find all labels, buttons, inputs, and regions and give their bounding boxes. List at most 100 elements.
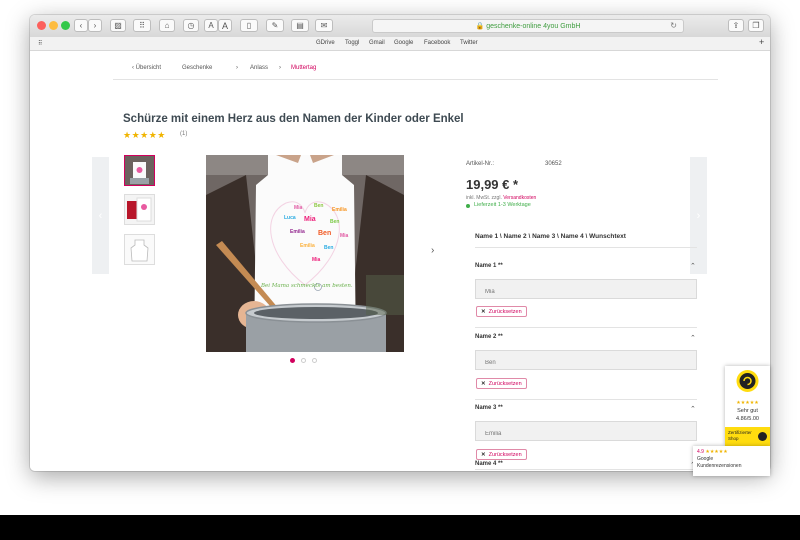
favorites-bar: ⠿ GDrive Toggl Gmail Google Facebook Twi… (30, 37, 770, 51)
address-bar[interactable]: 🔒 geschenke-online 4you GmbH ↻ (372, 19, 684, 33)
chevron-left-icon: ‹ (79, 21, 83, 30)
history-button[interactable]: ◷ (183, 19, 199, 32)
lock-icon: 🔒 (475, 23, 485, 30)
apps-button[interactable]: ⠿ (133, 19, 151, 32)
zoom-window-button[interactable] (61, 21, 70, 30)
heart-name: Ben (314, 203, 324, 209)
pencil-icon: ✎ (271, 21, 279, 30)
desktop: ‹ › ▨ ⠿ ⌂ ◷ A A ▯ ✎ ▤ ✉ 🔒 geschenke-onli… (0, 0, 800, 515)
name-3-input[interactable] (475, 421, 697, 441)
heart-name: Mia (340, 233, 349, 239)
image-next-button[interactable]: › (431, 245, 434, 256)
rating-stars[interactable]: ★★★★★ (123, 130, 166, 141)
rating-count[interactable]: (1) (180, 131, 187, 137)
favorite-toggl[interactable]: Toggl (345, 40, 359, 46)
heart-name: Emilia (300, 243, 315, 249)
chevron-right-icon: › (93, 21, 97, 30)
text-smaller-button[interactable]: A (204, 19, 218, 32)
share-button[interactable]: ⇪ (728, 19, 744, 32)
thumbnail-3[interactable] (124, 234, 155, 265)
grid-icon: ⠿ (139, 21, 145, 30)
divider (475, 247, 697, 248)
google-reviews-label: Kundenrezensionen (697, 463, 742, 469)
favorite-gdrive[interactable]: GDrive (316, 40, 335, 46)
name-2-input[interactable] (475, 350, 697, 370)
slider-dot-1[interactable] (290, 358, 295, 363)
trusted-shops-seal-icon (736, 370, 759, 392)
name-4-label: Name 4 ** (475, 461, 503, 467)
heart-name: Emilia (332, 207, 347, 213)
product-main-image[interactable]: Mia Ben Emilia Luca Mia Ben Emilia Ben M… (206, 155, 404, 352)
article-number: 30652 (545, 161, 562, 167)
google-reviews-badge[interactable]: 4.9 ★★★★★ Google Kundenrezensionen (693, 446, 770, 476)
trust-badge[interactable]: ★★★★★ Sehr gut 4.86/5.00 Zertifizierter … (725, 366, 770, 446)
slider-dot-2[interactable] (301, 358, 306, 363)
chevron-right-icon: › (696, 209, 701, 222)
extension-button[interactable]: ▨ (110, 19, 126, 32)
favorite-gmail[interactable]: Gmail (369, 40, 385, 46)
share-icon: ⇪ (732, 21, 740, 30)
print-button[interactable]: ▤ (291, 19, 309, 32)
prev-product-button[interactable]: ‹ (92, 157, 109, 274)
heart-name: Mia (294, 205, 303, 211)
thumbnail-2[interactable] (124, 194, 155, 225)
apron-detail-thumb (125, 195, 154, 224)
breadcrumb-separator: › (279, 65, 281, 71)
text-larger-button[interactable]: A (218, 19, 232, 32)
name-1-reset-button[interactable]: ✕ Zurücksetzen (476, 306, 527, 317)
reload-icon[interactable]: ↻ (670, 21, 677, 30)
name-2-reset-button[interactable]: ✕ Zurücksetzen (476, 378, 527, 389)
breadcrumb-item-geschenke[interactable]: Geschenke (182, 65, 212, 71)
grid-icon[interactable]: ⠿ (38, 40, 42, 47)
font-large-icon: A (221, 20, 228, 31)
divider (475, 469, 697, 470)
new-tab-button[interactable]: + (759, 37, 764, 47)
picture-icon: ▨ (114, 21, 122, 30)
name-1-label: Name 1 ** (475, 263, 503, 269)
google-stars: ★★★★★ (705, 449, 728, 455)
trust-stars: ★★★★★ (736, 400, 759, 406)
font-small-icon: A (208, 21, 214, 30)
heart-name: Mia (304, 216, 316, 223)
mail-button[interactable]: ✉ (315, 19, 333, 32)
thumbnail-1[interactable] (124, 155, 155, 186)
delivery-time: Lieferzeit 1-3 Werktage (474, 202, 531, 208)
chevron-up-icon[interactable]: ⌃ (690, 334, 696, 342)
heart-name-cloud: Mia Ben Emilia Luca Mia Ben Emilia Ben M… (284, 201, 364, 283)
name-1-input[interactable] (475, 279, 697, 299)
name-3-label: Name 3 ** (475, 405, 503, 411)
chevron-up-icon[interactable]: ⌃ (690, 262, 696, 270)
name-3-reset-button[interactable]: ✕ Zurücksetzen (476, 449, 527, 460)
apron-plain-thumb (125, 235, 154, 264)
slider-dot-3[interactable] (312, 358, 317, 363)
close-window-button[interactable] (37, 21, 46, 30)
home-button[interactable]: ⌂ (159, 19, 175, 32)
product-price: 19,99 € * (466, 177, 519, 192)
shipping-link[interactable]: Versandkosten (503, 195, 536, 201)
breadcrumb-item-anlass[interactable]: Anlass (250, 65, 268, 71)
heart-name: Mia (312, 257, 321, 263)
minimize-window-button[interactable] (49, 21, 58, 30)
trust-rating-text: Sehr gut (737, 408, 758, 414)
google-score: 4.9 (697, 449, 704, 455)
favorite-twitter[interactable]: Twitter (460, 40, 478, 46)
tabs-button[interactable]: ❐ (748, 19, 764, 32)
breadcrumb-divider (113, 79, 718, 80)
close-icon: ✕ (481, 452, 486, 458)
edit-button[interactable]: ✎ (266, 19, 284, 32)
breadcrumb-item-muttertag[interactable]: Muttertag (291, 65, 316, 71)
heart-name: Emilia (290, 229, 305, 235)
sidebar-icon: ▯ (246, 21, 252, 30)
next-product-button[interactable]: › (690, 157, 707, 274)
url-text: geschenke-online 4you GmbH (486, 23, 581, 30)
favorite-google[interactable]: Google (394, 40, 413, 46)
back-button[interactable]: ‹ (74, 19, 88, 32)
sidebar-button[interactable]: ▯ (240, 19, 258, 32)
chevron-up-icon[interactable]: ⌃ (690, 405, 696, 413)
favorite-facebook[interactable]: Facebook (424, 40, 450, 46)
breadcrumb-back-link[interactable]: ‹ Übersicht (132, 65, 161, 71)
forward-button[interactable]: › (88, 19, 102, 32)
personalization-title: Name 1 \ Name 2 \ Name 3 \ Name 4 \ Wuns… (475, 233, 626, 240)
divider (475, 399, 697, 400)
browser-window: ‹ › ▨ ⠿ ⌂ ◷ A A ▯ ✎ ▤ ✉ 🔒 geschenke-onli… (30, 15, 770, 471)
